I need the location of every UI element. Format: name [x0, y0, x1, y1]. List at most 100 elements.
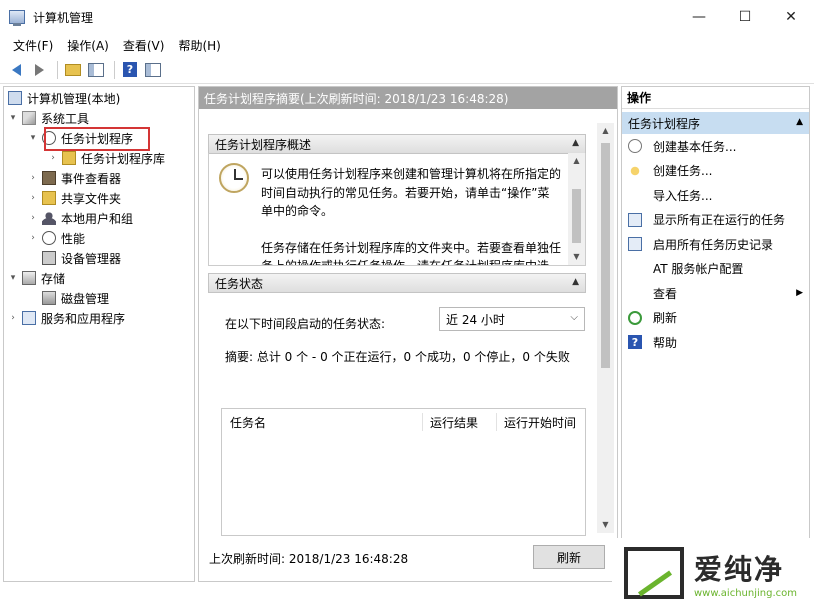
toolbar-separator [114, 60, 115, 79]
tools-icon [22, 111, 36, 125]
actions-header: 操作 [622, 87, 809, 109]
tree-system-tools[interactable]: ▾ 系统工具 [8, 108, 89, 128]
column-run-start-time[interactable]: 运行开始时间 [504, 409, 576, 435]
column-task-name[interactable]: 任务名 [230, 409, 266, 435]
action-create-task[interactable]: 创建任务... [622, 159, 809, 184]
computer-management-icon [9, 10, 25, 26]
collapse-up-icon[interactable]: ▲ [796, 117, 803, 127]
actions-section-task-scheduler[interactable]: 任务计划程序 ▲ [622, 112, 809, 134]
overview-scrollbar[interactable]: ▲ ▼ [568, 153, 585, 265]
at-service-icon [628, 262, 642, 276]
running-tasks-icon [628, 212, 642, 227]
storage-icon [22, 271, 36, 285]
action-at-service-account[interactable]: AT 服务帐户配置 [622, 257, 809, 282]
task-list[interactable]: 任务名 运行结果 运行开始时间 [221, 408, 586, 536]
menu-bar: 文件(F) 操作(A) 查看(V) 帮助(H) [0, 34, 814, 56]
watermark-url: www.aichunjing.com [694, 587, 797, 599]
menu-view[interactable]: 查看(V) [116, 37, 172, 54]
action-view[interactable]: 查看 ▶ [622, 281, 809, 306]
watermark-text: 爱纯净 [694, 552, 785, 586]
action-help[interactable]: ? 帮助 [622, 330, 809, 355]
tree-shared-folders[interactable]: › 共享文件夹 [28, 188, 121, 208]
import-task-icon [628, 188, 642, 202]
submenu-arrow-icon: ▶ [796, 288, 803, 299]
tree-storage[interactable]: ▾ 存储 [8, 268, 65, 288]
menu-action[interactable]: 操作(A) [60, 37, 116, 54]
expand-chevron-icon[interactable]: › [28, 193, 38, 203]
status-period-select[interactable]: 近 24 小时 ⌵ [439, 307, 585, 331]
disk-icon [42, 291, 56, 305]
collapse-chevron-icon[interactable]: ▾ [8, 113, 18, 123]
action-display-running-tasks[interactable]: 显示所有正在运行的任务 [622, 208, 809, 233]
action-import-task[interactable]: 导入任务... [622, 183, 809, 208]
create-task-icon [628, 163, 642, 178]
close-button[interactable]: ✕ [768, 0, 814, 34]
column-run-result[interactable]: 运行结果 [430, 409, 478, 435]
overview-section-header[interactable]: 任务计划程序概述 ▲ [208, 134, 586, 154]
create-basic-task-icon [628, 139, 642, 154]
tree-services[interactable]: › 服务和应用程序 [8, 308, 125, 328]
up-folder-button[interactable] [63, 60, 83, 80]
scroll-down-icon[interactable]: ▼ [597, 517, 614, 533]
summary-scrollbar[interactable]: ▲ ▼ [597, 123, 614, 533]
collapse-chevron-icon[interactable]: ▾ [28, 133, 38, 143]
clock-icon [219, 163, 249, 193]
tree-root[interactable]: 计算机管理(本地) [8, 88, 120, 108]
minimize-button[interactable]: — [676, 0, 722, 34]
menu-help[interactable]: 帮助(H) [171, 37, 227, 54]
scroll-up-icon[interactable]: ▲ [568, 153, 585, 169]
collapse-up-icon[interactable]: ▲ [572, 138, 579, 148]
task-status-section-header[interactable]: 任务状态 ▲ [208, 273, 586, 293]
collapse-chevron-icon[interactable]: ▾ [8, 273, 18, 283]
collapse-up-icon[interactable]: ▲ [572, 277, 579, 287]
scroll-thumb[interactable] [601, 143, 610, 368]
action-enable-task-history[interactable]: 启用所有任务历史记录 [622, 232, 809, 257]
forward-button[interactable] [29, 60, 49, 80]
show-hide-tree-button[interactable] [86, 60, 106, 80]
tree-disk-management[interactable]: 磁盘管理 [42, 288, 109, 308]
window-title: 计算机管理 [33, 10, 94, 25]
tree-device-manager[interactable]: 设备管理器 [42, 248, 121, 268]
forward-arrow-icon [34, 63, 44, 76]
computer-icon [8, 91, 22, 105]
action-refresh[interactable]: 刷新 [622, 306, 809, 331]
scroll-up-icon[interactable]: ▲ [597, 123, 614, 139]
tree-event-viewer[interactable]: › 事件查看器 [28, 168, 121, 188]
column-separator [496, 413, 497, 431]
toolbar: ? [0, 56, 814, 84]
users-icon [42, 211, 56, 225]
last-refresh-label: 上次刷新时间: 2018/1/23 16:48:28 [209, 552, 409, 566]
maximize-button[interactable]: ☐ [722, 0, 768, 34]
expand-chevron-icon[interactable]: › [28, 213, 38, 223]
help-button[interactable]: ? [120, 60, 140, 80]
expand-chevron-icon[interactable]: › [28, 173, 38, 183]
menu-file[interactable]: 文件(F) [6, 37, 60, 54]
back-button[interactable] [6, 60, 26, 80]
overview-paragraph-2: 任务存储在任务计划程序库的文件夹中。若要查看单独任务上的操作或执行任务操作，请在… [261, 240, 562, 266]
help-icon: ? [123, 62, 137, 77]
tree-local-users[interactable]: › 本地用户和组 [28, 208, 133, 228]
scroll-thumb[interactable] [572, 189, 581, 243]
scroll-down-icon[interactable]: ▼ [568, 249, 585, 265]
services-icon [22, 311, 36, 325]
show-action-pane-button[interactable] [143, 60, 163, 80]
tree-performance[interactable]: › 性能 [28, 228, 85, 248]
status-period-label: 在以下时间段启动的任务状态: [225, 317, 386, 331]
action-create-basic-task[interactable]: 创建基本任务... [622, 134, 809, 159]
task-summary-text: 摘要: 总计 0 个 - 0 个正在运行，0 个成功，0 个停止，0 个失败 [225, 350, 570, 364]
overview-paragraph-1: 可以使用任务计划程序来创建和管理计算机将在所指定的时间自动执行的常见任务。若要开… [261, 167, 562, 218]
console-tree: 计算机管理(本地) ▾ 系统工具 ▾ 任务计划程序 › 任务计划程序库 › 事件… [3, 86, 195, 582]
toolbar-separator [57, 60, 58, 79]
shared-folder-icon [42, 191, 56, 205]
summary-header: 任务计划程序摘要(上次刷新时间: 2018/1/23 16:48:28) [199, 87, 617, 109]
tree-task-library[interactable]: › 任务计划程序库 [48, 148, 165, 168]
expand-chevron-icon[interactable]: › [28, 233, 38, 243]
refresh-icon [628, 310, 642, 325]
help-icon: ? [628, 335, 642, 350]
console-tree-icon [88, 62, 104, 77]
task-scheduler-summary-pane: 任务计划程序摘要(上次刷新时间: 2018/1/23 16:48:28) 任务计… [198, 86, 618, 582]
expand-chevron-icon[interactable]: › [8, 313, 18, 323]
expand-chevron-icon[interactable]: › [48, 153, 58, 163]
column-separator [422, 413, 423, 431]
refresh-button[interactable]: 刷新 [533, 545, 605, 569]
